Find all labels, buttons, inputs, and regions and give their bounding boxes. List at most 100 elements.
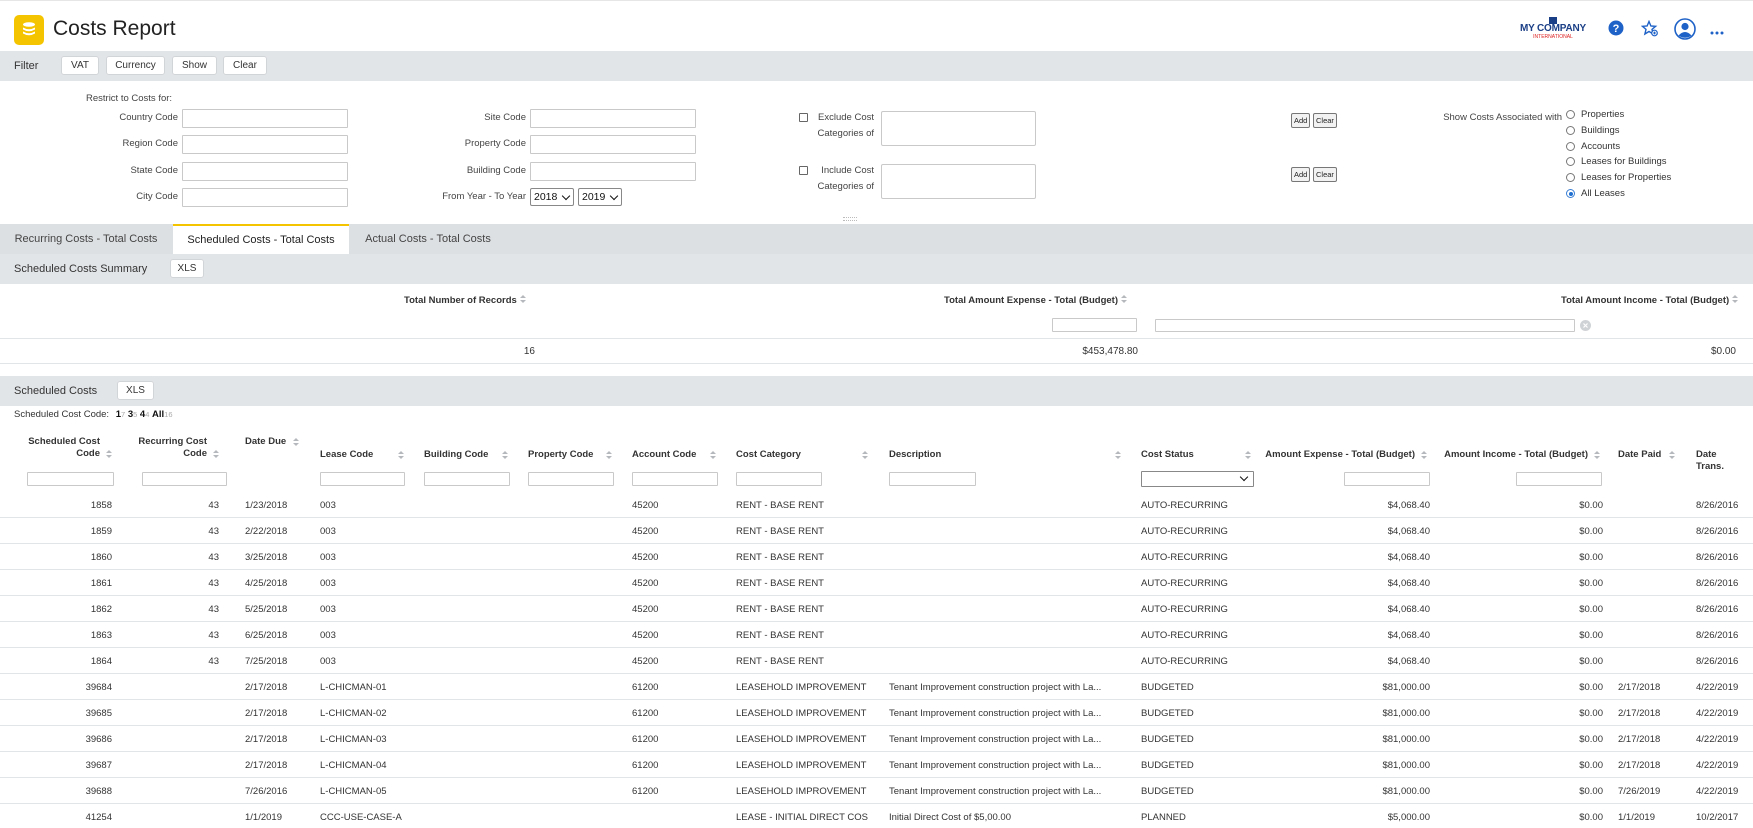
add-exclude-button[interactable]: Add: [1291, 113, 1311, 128]
column-header-cost-status[interactable]: Cost Status: [1141, 449, 1251, 461]
cost-category-filter-input[interactable]: [736, 472, 822, 486]
column-header-property-code[interactable]: Property Code: [528, 449, 612, 461]
column-header-account-code[interactable]: Account Code: [632, 449, 716, 461]
sort-icon[interactable]: [1120, 295, 1127, 304]
column-header-description[interactable]: Description: [889, 449, 1121, 461]
column-header-cost-category[interactable]: Cost Category: [736, 449, 868, 461]
sort-icon[interactable]: [710, 451, 716, 460]
column-header-scheduled-cost-code[interactable]: Scheduled Cost Code: [22, 436, 112, 460]
sort-icon[interactable]: [213, 450, 219, 459]
sort-icon[interactable]: [1421, 451, 1427, 460]
more-menu-icon[interactable]: [1710, 26, 1724, 35]
sort-icon[interactable]: [502, 451, 508, 460]
table-row[interactable]: 1862 43 5/25/2018 003 45200 RENT - BASE RENT A…: [0, 596, 1753, 622]
column-header-building-code[interactable]: Building Code: [424, 449, 508, 461]
include-categories-textarea[interactable]: [881, 164, 1036, 199]
site-code-input[interactable]: [530, 109, 696, 128]
grid-xls-button[interactable]: XLS: [117, 381, 154, 400]
tab-actual-costs[interactable]: Actual Costs - Total Costs: [350, 224, 506, 254]
column-header-date-paid[interactable]: Date Paid: [1618, 449, 1675, 461]
cost-status-filter-select[interactable]: [1141, 471, 1254, 487]
user-avatar-icon[interactable]: [1674, 18, 1696, 40]
radio-properties[interactable]: [1566, 110, 1575, 119]
region-code-input[interactable]: [182, 135, 348, 154]
table-row[interactable]: 39686 2/17/2018 L-CHICMAN-03 61200 LEASEHOLD…: [0, 726, 1753, 752]
summary-header-records[interactable]: Total Number of Records: [404, 295, 526, 306]
table-row[interactable]: 1861 43 4/25/2018 003 45200 RENT - BASE RENT A…: [0, 570, 1753, 596]
table-row[interactable]: 1858 43 1/23/2018 003 45200 RENT - BASE RENT A…: [0, 492, 1753, 518]
income-filter-input[interactable]: [1155, 319, 1575, 332]
cell-date-paid: 7/26/2019: [1618, 786, 1661, 797]
scheduled-cost-code-filter-input[interactable]: [27, 472, 114, 486]
state-code-input[interactable]: [182, 162, 348, 181]
favorite-star-icon[interactable]: [1640, 19, 1658, 37]
tab-recurring-costs[interactable]: Recurring Costs - Total Costs: [0, 224, 172, 254]
radio-leases-properties[interactable]: [1566, 173, 1575, 182]
exclude-categories-textarea[interactable]: [881, 111, 1036, 146]
to-year-select[interactable]: 2019: [578, 188, 622, 206]
sort-icon[interactable]: [1669, 451, 1675, 460]
help-icon[interactable]: ?: [1608, 20, 1624, 36]
resize-grip[interactable]: [843, 217, 857, 221]
city-code-input[interactable]: [182, 188, 348, 207]
pager-count-1: 7: [121, 410, 126, 419]
table-row[interactable]: 1864 43 7/25/2018 003 45200 RENT - BASE RENT A…: [0, 648, 1753, 674]
tab-scheduled-costs[interactable]: Scheduled Costs - Total Costs: [173, 224, 349, 254]
column-header-date-trans[interactable]: Date Trans.: [1696, 449, 1752, 473]
sort-icon[interactable]: [398, 451, 404, 460]
column-header-amount-income[interactable]: Amount Income - Total (Budget): [1437, 449, 1600, 461]
tab-bar: Recurring Costs - Total Costs Scheduled …: [0, 224, 1753, 254]
summary-header-expense[interactable]: Total Amount Expense - Total (Budget): [944, 295, 1127, 306]
from-year-select[interactable]: 2018: [530, 188, 574, 206]
sort-icon[interactable]: [1594, 451, 1600, 460]
description-filter-input[interactable]: [889, 472, 976, 486]
column-header-recurring-cost-code[interactable]: Recurring Cost Code: [126, 436, 219, 460]
sort-icon[interactable]: [1245, 451, 1251, 460]
vat-button[interactable]: VAT: [61, 56, 99, 75]
table-row[interactable]: 41254 1/1/2019 CCC-USE-CASE-A LEASE - INITI…: [0, 804, 1753, 828]
sort-icon[interactable]: [862, 451, 868, 460]
sort-icon[interactable]: [1115, 451, 1121, 460]
radio-accounts[interactable]: [1566, 142, 1575, 151]
lease-code-filter-input[interactable]: [320, 472, 405, 486]
expense-filter-input[interactable]: [1052, 318, 1137, 332]
sort-icon[interactable]: [606, 451, 612, 460]
property-code-input[interactable]: [530, 135, 696, 154]
table-row[interactable]: 1863 43 6/25/2018 003 45200 RENT - BASE RENT A…: [0, 622, 1753, 648]
building-code-input[interactable]: [530, 162, 696, 181]
amount-expense-filter-input[interactable]: [1344, 472, 1430, 486]
sort-icon[interactable]: [106, 450, 112, 459]
currency-button[interactable]: Currency: [106, 56, 165, 75]
radio-leases-buildings[interactable]: [1566, 157, 1575, 166]
summary-xls-button[interactable]: XLS: [170, 259, 204, 278]
table-row[interactable]: 39688 7/26/2016 L-CHICMAN-05 61200 LEASEHOLD…: [0, 778, 1753, 804]
clear-include-button[interactable]: Clear: [1313, 167, 1337, 182]
clear-button[interactable]: Clear: [223, 56, 267, 75]
cell-cost-category: LEASEHOLD IMPROVEMENT: [736, 708, 867, 719]
column-header-amount-expense[interactable]: Amount Expense - Total (Budget): [1260, 449, 1427, 461]
column-header-date-due[interactable]: Date Due: [245, 436, 299, 448]
country-code-input[interactable]: [182, 109, 348, 128]
sort-icon[interactable]: [519, 295, 526, 304]
sort-icon[interactable]: [293, 438, 299, 447]
table-row[interactable]: 1860 43 3/25/2018 003 45200 RENT - BASE RENT A…: [0, 544, 1753, 570]
table-row[interactable]: 1859 43 2/22/2018 003 45200 RENT - BASE RENT A…: [0, 518, 1753, 544]
pager-item-all[interactable]: All: [152, 409, 164, 420]
table-row[interactable]: 39684 2/17/2018 L-CHICMAN-01 61200 LEASEHOLD…: [0, 674, 1753, 700]
summary-header-income[interactable]: Total Amount Income - Total (Budget): [1561, 295, 1739, 306]
show-button[interactable]: Show: [172, 56, 217, 75]
clear-exclude-button[interactable]: Clear: [1313, 113, 1337, 128]
amount-income-filter-input[interactable]: [1516, 472, 1602, 486]
account-code-filter-input[interactable]: [632, 472, 718, 486]
building-code-filter-input[interactable]: [424, 472, 510, 486]
radio-all-leases[interactable]: [1566, 189, 1575, 198]
recurring-cost-code-filter-input[interactable]: [142, 472, 227, 486]
clear-filter-icon[interactable]: [1580, 320, 1591, 331]
property-code-filter-input[interactable]: [528, 472, 614, 486]
radio-buildings[interactable]: [1566, 126, 1575, 135]
column-header-lease-code[interactable]: Lease Code: [320, 449, 404, 461]
table-row[interactable]: 39685 2/17/2018 L-CHICMAN-02 61200 LEASEHOLD…: [0, 700, 1753, 726]
table-row[interactable]: 39687 2/17/2018 L-CHICMAN-04 61200 LEASEHOLD…: [0, 752, 1753, 778]
sort-icon[interactable]: [1732, 295, 1739, 304]
add-include-button[interactable]: Add: [1291, 167, 1311, 182]
